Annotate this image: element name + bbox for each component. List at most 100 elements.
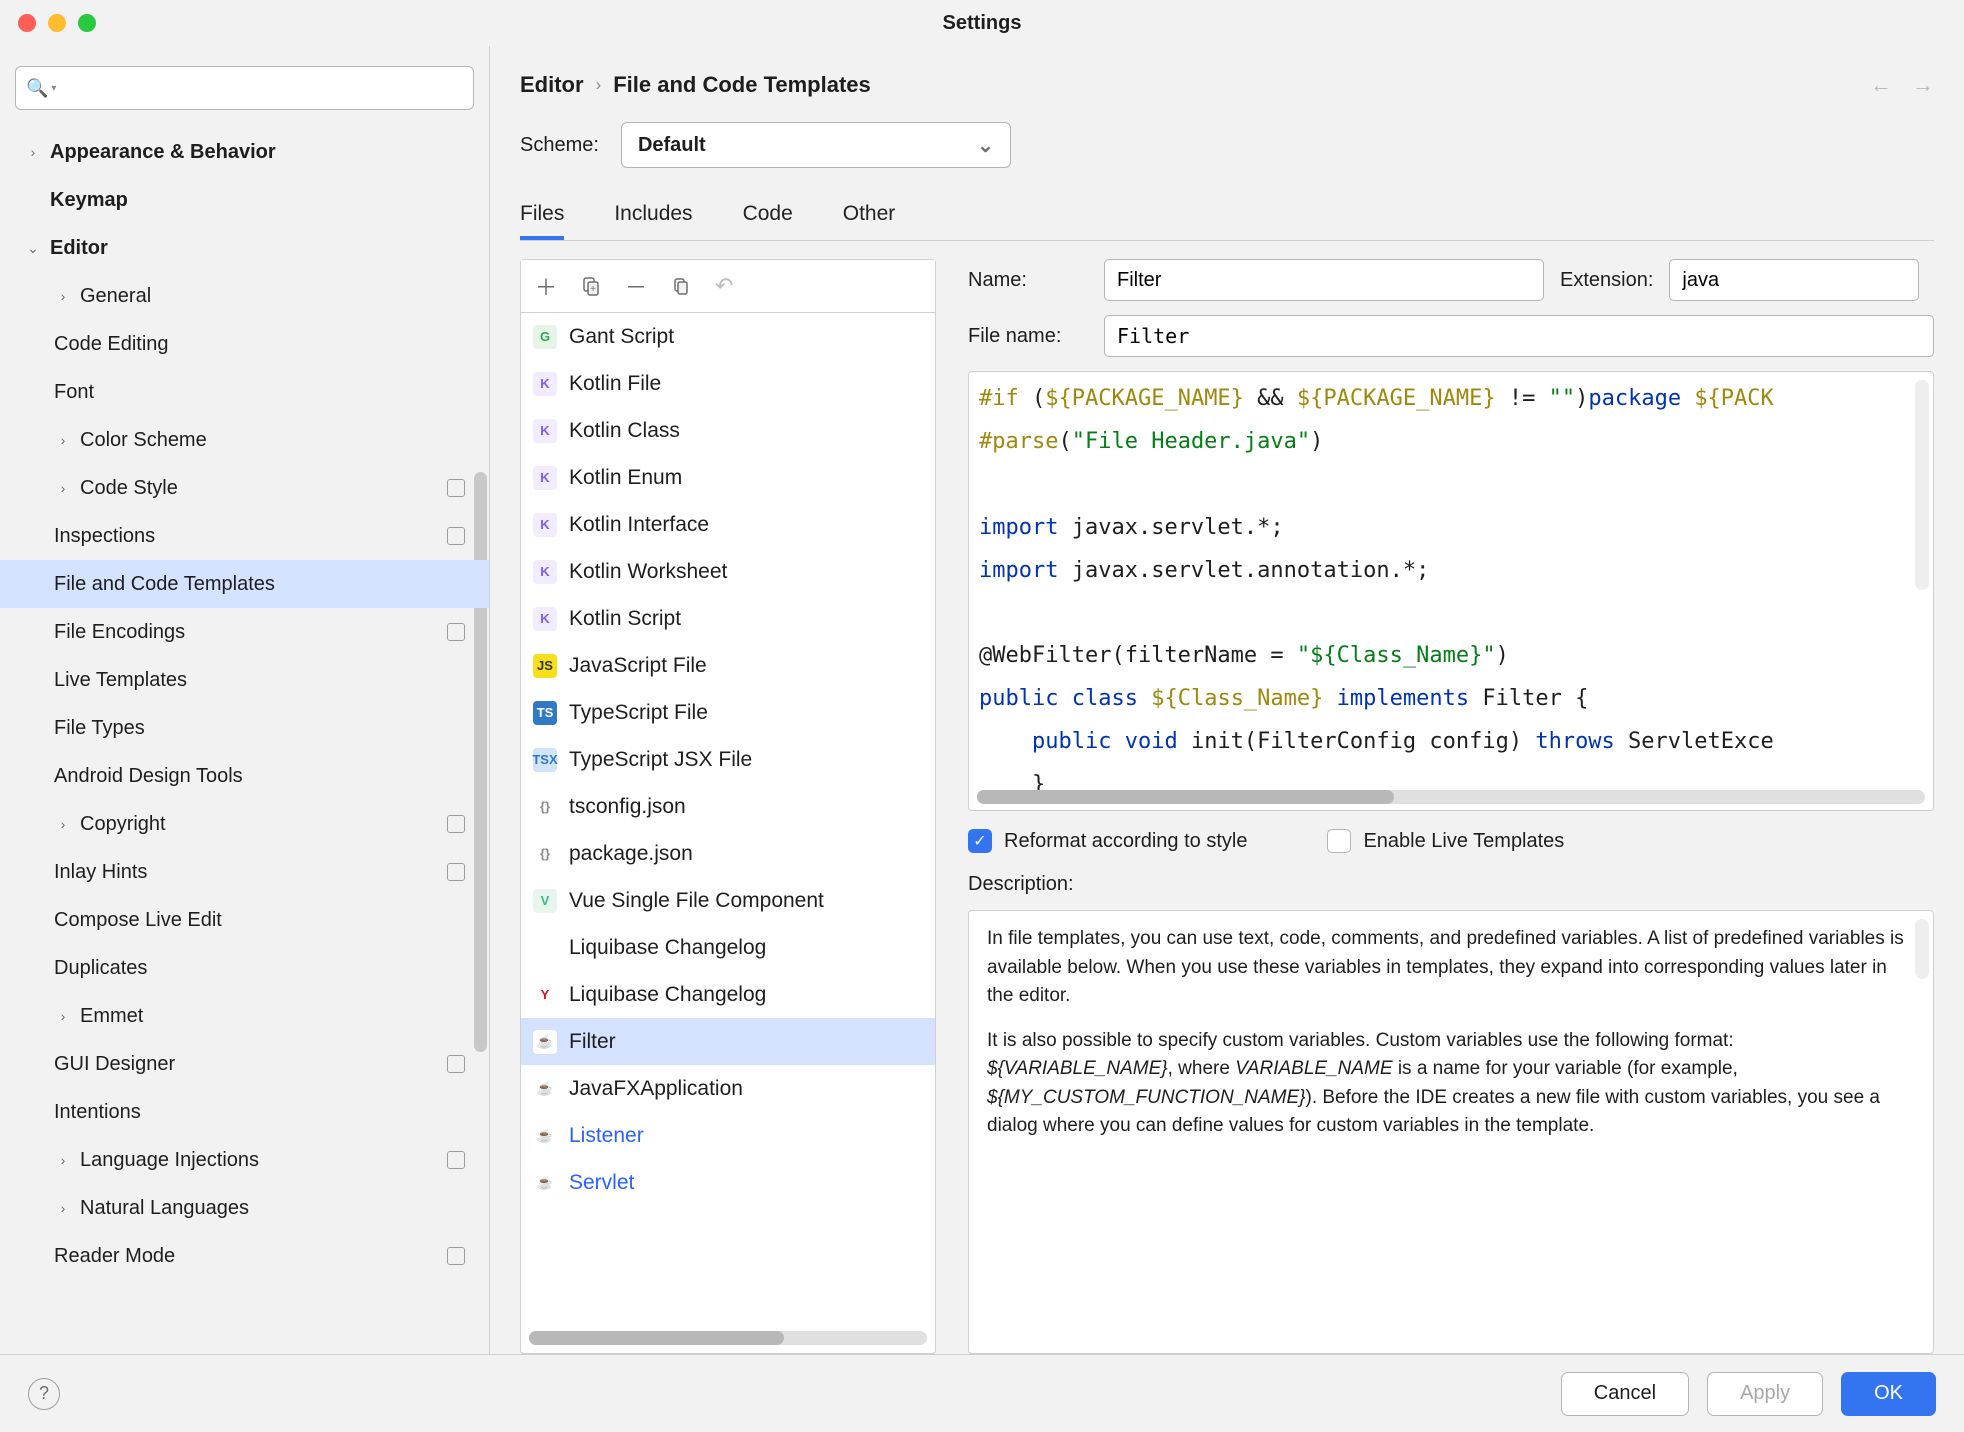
filetype-icon: K [533, 419, 557, 443]
window-minimize-button[interactable] [48, 14, 66, 32]
template-item-kotlin-worksheet[interactable]: KKotlin Worksheet [521, 548, 935, 595]
tab-code[interactable]: Code [743, 194, 793, 240]
template-item-filter[interactable]: ☕Filter [521, 1018, 935, 1065]
sidebar-item-compose-live-edit[interactable]: Compose Live Edit [0, 896, 489, 944]
sidebar-item-appearance-behavior[interactable]: ›Appearance & Behavior [0, 128, 489, 176]
chevron-down-icon: ⌄ [977, 133, 994, 158]
sidebar-item-file-encodings[interactable]: File Encodings [0, 608, 489, 656]
template-item-label: Kotlin File [569, 372, 661, 396]
back-button[interactable]: ← [1870, 72, 1892, 98]
sidebar-item-duplicates[interactable]: Duplicates [0, 944, 489, 992]
sidebar-item-intentions[interactable]: Intentions [0, 1088, 489, 1136]
sidebar-item-label: Code Editing [54, 333, 169, 356]
sidebar-item-label: Android Design Tools [54, 765, 243, 788]
filetype-icon: K [533, 513, 557, 537]
sidebar-item-live-templates[interactable]: Live Templates [0, 656, 489, 704]
tab-files[interactable]: Files [520, 194, 564, 240]
reformat-checkbox[interactable]: ✓ Reformat according to style [968, 829, 1247, 853]
sidebar-item-android-design-tools[interactable]: Android Design Tools [0, 752, 489, 800]
template-item-typescript-file[interactable]: TSTypeScript File [521, 689, 935, 736]
sidebar-item-natural-languages[interactable]: ›Natural Languages [0, 1184, 489, 1232]
sidebar-item-color-scheme[interactable]: ›Color Scheme [0, 416, 489, 464]
vertical-scrollbar[interactable] [1915, 380, 1929, 590]
sidebar-item-copyright[interactable]: ›Copyright [0, 800, 489, 848]
help-button[interactable]: ? [28, 1378, 60, 1410]
template-filename-input[interactable] [1104, 315, 1934, 357]
tab-includes[interactable]: Includes [614, 194, 692, 240]
template-item-tsconfig-json[interactable]: {}tsconfig.json [521, 783, 935, 830]
sidebar-item-editor[interactable]: ⌄Editor [0, 224, 489, 272]
sidebar-item-general[interactable]: ›General [0, 272, 489, 320]
template-toolbar: ＋ + － ↶ [521, 260, 935, 313]
template-item-label: package.json [569, 842, 693, 866]
sidebar-item-keymap[interactable]: Keymap [0, 176, 489, 224]
sidebar-item-language-injections[interactable]: ›Language Injections [0, 1136, 489, 1184]
horizontal-scrollbar[interactable] [977, 790, 1925, 804]
description-box[interactable]: In file templates, you can use text, cod… [968, 910, 1934, 1354]
add-template-button[interactable]: ＋ [535, 270, 557, 302]
tab-other[interactable]: Other [843, 194, 896, 240]
horizontal-scrollbar[interactable] [529, 1331, 927, 1345]
template-item-kotlin-interface[interactable]: KKotlin Interface [521, 501, 935, 548]
sidebar-item-emmet[interactable]: ›Emmet [0, 992, 489, 1040]
template-item-listener[interactable]: ☕Listener [521, 1112, 935, 1159]
extension-label: Extension: [1560, 269, 1653, 292]
live-templates-checkbox[interactable]: Enable Live Templates [1327, 829, 1564, 853]
description-paragraph: It is also possible to specify custom va… [987, 1027, 1915, 1141]
project-scope-icon [447, 527, 465, 545]
template-item-typescript-jsx-file[interactable]: TSXTypeScript JSX File [521, 736, 935, 783]
template-item-kotlin-enum[interactable]: KKotlin Enum [521, 454, 935, 501]
checkbox-checked-icon: ✓ [968, 829, 992, 853]
scheme-select[interactable]: Default ⌄ [621, 122, 1011, 168]
settings-tree[interactable]: ›Appearance & BehaviorKeymap⌄Editor›Gene… [0, 122, 489, 1354]
sidebar-item-file-and-code-templates[interactable]: File and Code Templates [0, 560, 489, 608]
filetype-icon: K [533, 607, 557, 631]
expand-arrow-icon: › [54, 480, 72, 496]
breadcrumb-parent[interactable]: Editor [520, 72, 584, 98]
sidebar-item-code-style[interactable]: ›Code Style [0, 464, 489, 512]
ok-button[interactable]: OK [1841, 1372, 1936, 1416]
revert-button[interactable]: ↶ [715, 273, 733, 299]
sidebar-item-font[interactable]: Font [0, 368, 489, 416]
description-label: Description: [968, 873, 1934, 896]
template-item-kotlin-class[interactable]: KKotlin Class [521, 407, 935, 454]
template-item-kotlin-script[interactable]: KKotlin Script [521, 595, 935, 642]
svg-text:+: + [590, 284, 596, 295]
template-item-kotlin-file[interactable]: K Kotlin File [521, 360, 935, 407]
sidebar-item-gui-designer[interactable]: GUI Designer [0, 1040, 489, 1088]
sidebar-item-inlay-hints[interactable]: Inlay Hints [0, 848, 489, 896]
settings-search-input[interactable]: 🔍 ▾ [15, 66, 474, 110]
cancel-button[interactable]: Cancel [1561, 1372, 1689, 1416]
window-close-button[interactable] [18, 14, 36, 32]
copy-button[interactable] [671, 276, 691, 296]
vertical-scrollbar[interactable] [1915, 919, 1929, 979]
template-item-gant-script[interactable]: GGant Script [521, 313, 935, 360]
template-item-servlet[interactable]: ☕Servlet [521, 1159, 935, 1206]
template-item-label: Liquibase Changelog [569, 936, 766, 960]
remove-template-button[interactable]: － [625, 270, 647, 302]
sidebar-item-label: Copyright [80, 813, 166, 836]
filetype-icon: Y [533, 983, 557, 1007]
project-scope-icon [447, 863, 465, 881]
project-scope-icon [447, 479, 465, 497]
sidebar-item-code-editing[interactable]: Code Editing [0, 320, 489, 368]
template-item-liquibase-changelog[interactable]: Liquibase Changelog [521, 924, 935, 971]
window-maximize-button[interactable] [78, 14, 96, 32]
template-list[interactable]: GGant ScriptKKotlin FileKKotlin ClassKKo… [521, 313, 935, 1331]
sidebar-item-reader-mode[interactable]: Reader Mode [0, 1232, 489, 1280]
filetype-icon: K [533, 372, 557, 396]
copy-template-button[interactable]: + [581, 276, 601, 296]
forward-button[interactable]: → [1912, 72, 1934, 98]
sidebar-item-inspections[interactable]: Inspections [0, 512, 489, 560]
apply-button[interactable]: Apply [1707, 1372, 1823, 1416]
template-code-editor[interactable]: #if (${PACKAGE_NAME} && ${PACKAGE_NAME} … [968, 371, 1934, 811]
template-item-liquibase-changelog[interactable]: YLiquibase Changelog [521, 971, 935, 1018]
template-item-javascript-file[interactable]: JSJavaScript File [521, 642, 935, 689]
template-item-vue-single-file-component[interactable]: VVue Single File Component [521, 877, 935, 924]
template-item-javafxapplication[interactable]: ☕JavaFXApplication [521, 1065, 935, 1112]
template-name-input[interactable] [1104, 259, 1544, 301]
sidebar-item-file-types[interactable]: File Types [0, 704, 489, 752]
template-item-package-json[interactable]: {}package.json [521, 830, 935, 877]
sidebar-item-label: File and Code Templates [54, 573, 275, 596]
template-extension-input[interactable] [1669, 259, 1919, 301]
